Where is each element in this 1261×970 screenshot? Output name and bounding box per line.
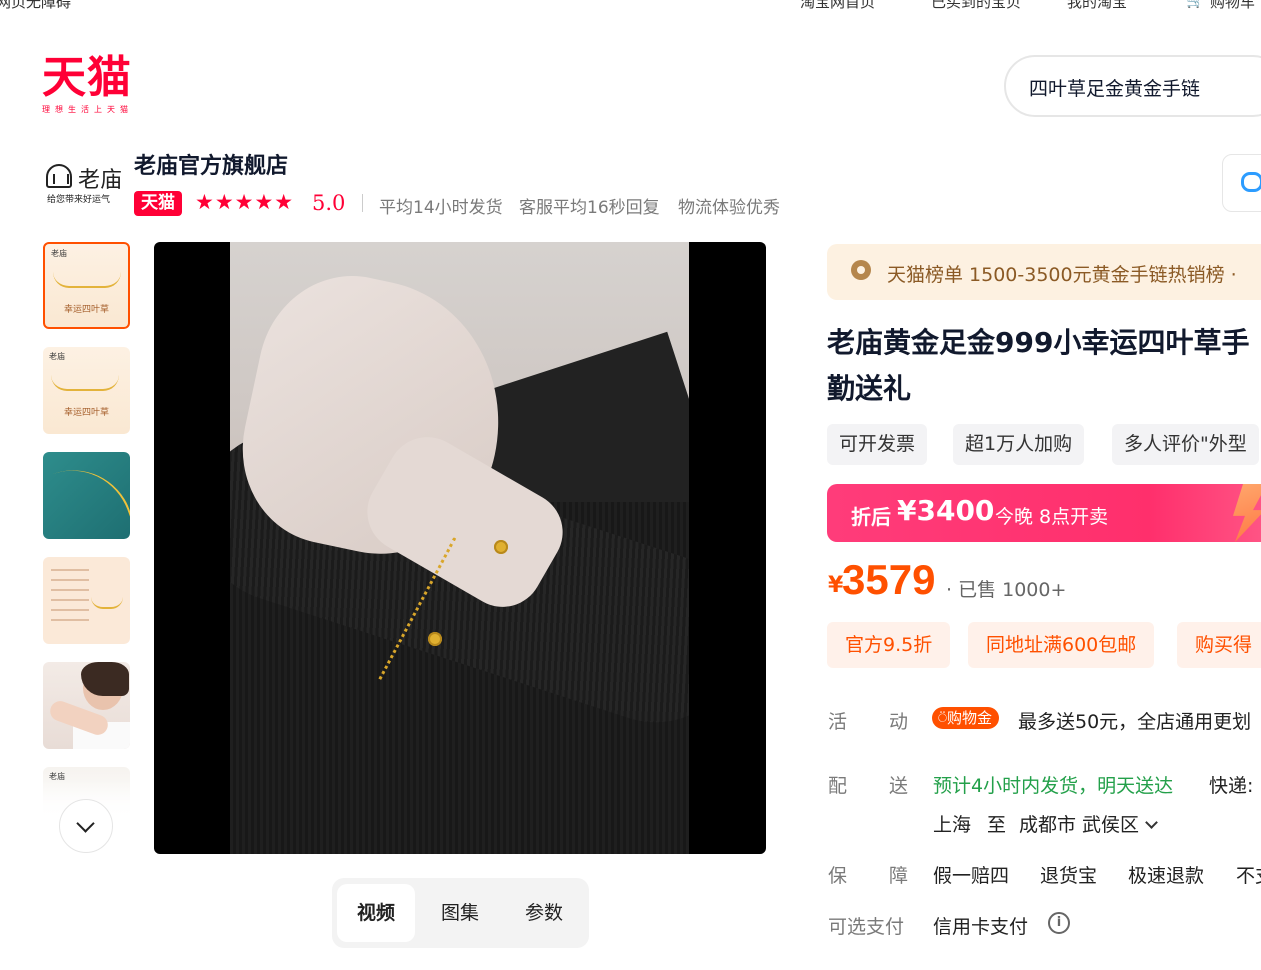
thumb-brand: 老庙 bbox=[49, 352, 65, 361]
thumbnail-2[interactable]: 老庙 幸运四叶草 bbox=[43, 347, 130, 434]
bracelet-image bbox=[53, 272, 121, 288]
accessibility-link[interactable]: 网页无障碍 bbox=[0, 0, 71, 12]
ship-to-word: 至 bbox=[987, 814, 1007, 836]
tmall-badge: 天猫 bbox=[134, 191, 182, 216]
chevron-down-icon bbox=[76, 814, 95, 833]
price-value: 3579 bbox=[842, 556, 936, 603]
promo-sale-time: 今晚 8点开卖 bbox=[995, 506, 1109, 528]
chevron-down-icon bbox=[1145, 816, 1158, 829]
thumb-caption: 幸运四叶草 bbox=[63, 305, 109, 315]
store-stat-logistics: 物流体验优秀 bbox=[678, 198, 780, 218]
bracelet-image bbox=[50, 453, 130, 539]
main-video[interactable] bbox=[154, 242, 766, 854]
guarantee-item[interactable]: 极速退款 bbox=[1128, 861, 1204, 888]
tag-invoice[interactable]: 可开发票 bbox=[827, 424, 928, 465]
payment-label: 可选支付 bbox=[828, 916, 905, 938]
thumbnail-1[interactable]: 老庙 幸运四叶草 bbox=[43, 242, 130, 329]
promo-price: ¥3400 bbox=[897, 494, 995, 527]
ship-from: 上海 bbox=[933, 814, 972, 836]
tab-params[interactable]: 参数 bbox=[505, 884, 583, 942]
logo-text: 天猫 bbox=[42, 52, 132, 103]
ranking-banner[interactable]: 天猫榜单 1500-3500元黄金手链热销榜 · bbox=[827, 244, 1261, 300]
ranking-text: 天猫榜单 1500-3500元黄金手链热销榜 · bbox=[887, 264, 1237, 286]
payment-value: 信用卡支付 bbox=[933, 916, 1029, 938]
store-logo-name: 老庙 bbox=[78, 168, 123, 193]
search-box[interactable] bbox=[1004, 55, 1261, 117]
tag-reviews[interactable]: 多人评价"外型 bbox=[1112, 424, 1259, 465]
store-logo[interactable]: 老庙 给您带来好运气 bbox=[42, 158, 122, 208]
text-lines-image bbox=[51, 569, 89, 629]
product-title-line-1: 老庙黄金足金999小幸运四叶草手 bbox=[827, 326, 1250, 359]
thumbnail-scroll-down-button[interactable] bbox=[59, 799, 113, 853]
thumb-caption: 幸运四叶草 bbox=[63, 408, 109, 418]
coin-icon: ⍥ bbox=[938, 709, 948, 727]
model-hair-image bbox=[81, 662, 129, 696]
my-taobao-link[interactable]: 我的淘宝 bbox=[1067, 0, 1127, 12]
clover-charm-image bbox=[428, 632, 442, 646]
medal-icon bbox=[851, 260, 871, 280]
guarantee-item[interactable]: 不支 bbox=[1236, 861, 1261, 888]
search-input[interactable] bbox=[1027, 75, 1261, 99]
product-title-line-2: 勤送礼 bbox=[827, 372, 912, 405]
store-name[interactable]: 老庙官方旗舰店 bbox=[134, 148, 288, 180]
thumbnail-4[interactable] bbox=[43, 557, 130, 644]
media-tabs: 视频 图集 参数 bbox=[332, 878, 589, 948]
video-frame bbox=[230, 242, 689, 854]
tab-video[interactable]: 视频 bbox=[337, 884, 415, 942]
product-title: 老庙黄金足金999小幸运四叶草手 勤送礼 bbox=[827, 320, 1261, 412]
coupon-discount[interactable]: 官方9.5折 bbox=[827, 622, 951, 668]
bracelet-image bbox=[51, 375, 119, 391]
store-stat-service: 客服平均16秒回复 bbox=[519, 198, 660, 218]
bracelet-image bbox=[91, 597, 123, 609]
coupon-free-shipping[interactable]: 同地址满600包邮 bbox=[968, 622, 1155, 668]
cart-link[interactable]: 购物车 bbox=[1210, 0, 1255, 12]
promo-banner[interactable]: 折后 ¥3400 今晚 8点开卖 bbox=[827, 484, 1261, 542]
courier-label: 快递: bbox=[1209, 775, 1254, 797]
thumbnail-3[interactable] bbox=[43, 452, 130, 539]
thumb-brand: 老庙 bbox=[51, 249, 67, 258]
info-icon[interactable]: i bbox=[1048, 912, 1070, 934]
clover-charm-image bbox=[494, 540, 508, 554]
store-stat-shipping: 平均14小时发货 bbox=[379, 198, 503, 218]
delivery-label: 配送 bbox=[828, 775, 909, 797]
ship-destination-select[interactable]: 成都市 武侯区 bbox=[1019, 810, 1158, 837]
chat-bot-icon bbox=[1241, 172, 1261, 192]
activity-text[interactable]: 最多送50元，全店通用更划 bbox=[1018, 707, 1251, 734]
store-logo-slogan: 给您带来好运气 bbox=[47, 195, 111, 205]
temple-icon bbox=[46, 164, 72, 188]
sold-count: · 已售 1000+ bbox=[946, 579, 1067, 601]
lightning-icon bbox=[1233, 484, 1261, 542]
store-rating: 5.0 bbox=[312, 191, 346, 215]
thumbnail-5[interactable] bbox=[43, 662, 130, 749]
delivery-eta: 预计4小时内发货，明天送达 bbox=[933, 775, 1174, 797]
guarantee-item[interactable]: 退货宝 bbox=[1040, 861, 1097, 888]
activity-label: 活动 bbox=[828, 711, 909, 733]
promo-label: 折后 bbox=[851, 505, 891, 529]
bought-items-link[interactable]: 已买到的宝贝 bbox=[931, 0, 1021, 12]
star-rating-icon: ★★★★★ bbox=[195, 190, 295, 214]
shopping-gold-badge[interactable]: ⍥购物金 bbox=[932, 707, 1000, 729]
tmall-logo[interactable]: 天猫 理想生活上天猫 bbox=[42, 52, 133, 115]
customer-service-button[interactable] bbox=[1222, 154, 1261, 212]
divider bbox=[362, 194, 363, 212]
taobao-home-link[interactable]: 淘宝网首页 bbox=[800, 0, 875, 12]
tab-gallery[interactable]: 图集 bbox=[421, 884, 499, 942]
logo-slogan: 理想生活上天猫 bbox=[42, 105, 133, 114]
guarantee-label: 保障 bbox=[828, 865, 909, 887]
coupon-purchase-reward[interactable]: 购买得 bbox=[1177, 622, 1261, 668]
tag-cart-count[interactable]: 超1万人加购 bbox=[953, 424, 1085, 465]
cart-icon[interactable]: 🛒 bbox=[1186, 0, 1205, 9]
guarantee-item[interactable]: 假一赔四 bbox=[933, 861, 1009, 888]
top-nav: 网页无障碍 淘宝网首页 已买到的宝贝 我的淘宝 🛒 购物车 bbox=[0, 0, 1261, 14]
